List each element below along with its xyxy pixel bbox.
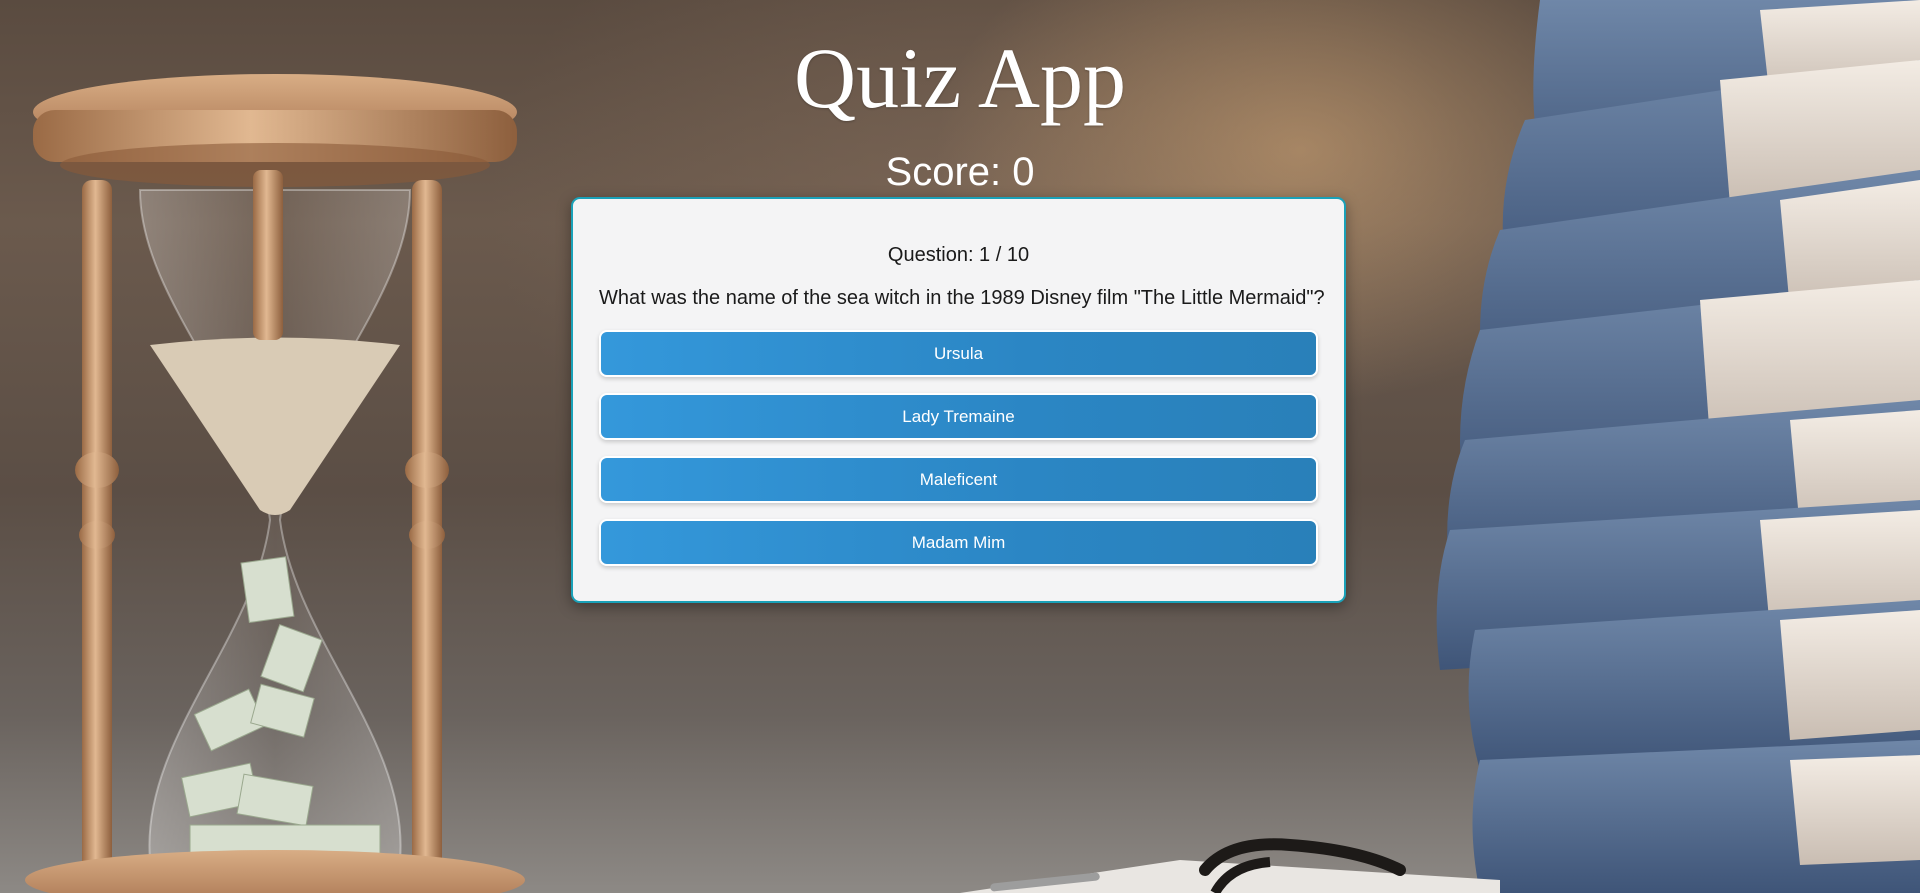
answer-list: Ursula Lady Tremaine Maleficent Madam Mi…	[599, 330, 1318, 566]
question-counter: Question: 1 / 10	[887, 244, 1030, 266]
answer-button-ursula[interactable]: Ursula	[599, 330, 1318, 377]
answer-button-lady-tremaine[interactable]: Lady Tremaine	[599, 393, 1318, 440]
answer-button-madam-mim[interactable]: Madam Mim	[599, 519, 1318, 566]
score-display: Score: 0	[885, 150, 1035, 194]
question-text: What was the name of the sea witch in th…	[599, 287, 1325, 309]
book-stack-illustration	[1436, 0, 1920, 893]
eyeglasses-illustration	[960, 838, 1500, 893]
quiz-card: Question: 1 / 10 What was the name of th…	[571, 197, 1346, 603]
hourglass-illustration	[25, 74, 525, 893]
answer-button-maleficent[interactable]: Maleficent	[599, 456, 1318, 503]
app-title: Quiz App	[793, 30, 1127, 126]
